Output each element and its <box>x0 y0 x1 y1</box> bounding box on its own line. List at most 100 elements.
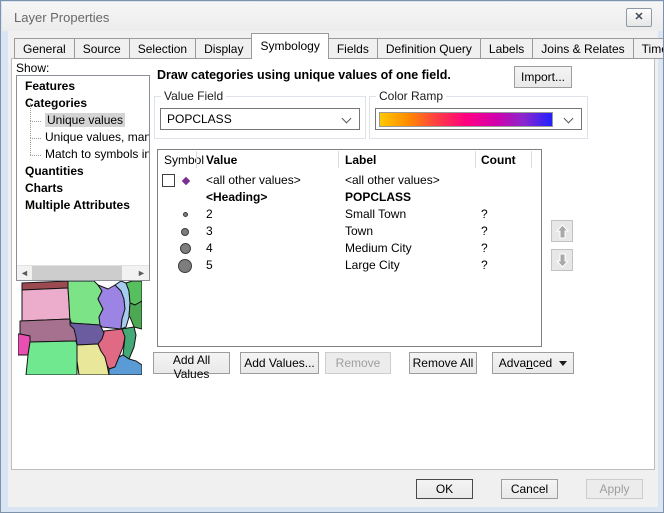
categories-table-rows: <all other values><all other values><Hea… <box>158 172 541 274</box>
chevron-down-icon[interactable] <box>342 114 352 124</box>
category-symbol[interactable] <box>158 240 204 257</box>
table-row[interactable]: 5 Large City? <box>158 257 541 274</box>
tree-item-label: Match to symbols in a <box>45 147 150 161</box>
column-divider <box>531 151 532 168</box>
scrollbar-thumb[interactable] <box>32 266 122 280</box>
all-other-values-symbol[interactable] <box>158 172 204 189</box>
advanced-label-underline: n <box>526 356 533 370</box>
table-row[interactable]: 3Town? <box>158 223 541 240</box>
cell-value: 2 <box>206 206 213 223</box>
cell-value: <all other values> <box>206 172 301 189</box>
categories-table[interactable]: Symbol Value Label Count <all other valu… <box>157 149 542 347</box>
tab-source[interactable]: Source <box>75 38 130 59</box>
tab-definition-query[interactable]: Definition Query <box>378 38 481 59</box>
table-row[interactable]: <Heading> POPCLASS <box>158 189 541 206</box>
cell-value: 4 <box>206 240 213 257</box>
category-symbol[interactable] <box>158 223 204 240</box>
cell-label: POPCLASS <box>345 189 411 206</box>
ok-button[interactable]: OK <box>416 479 473 499</box>
cell-count: ? <box>481 206 488 223</box>
cancel-button[interactable]: Cancel <box>501 479 558 499</box>
tab-fields[interactable]: Fields <box>329 38 378 59</box>
all-other-values-checkbox[interactable] <box>162 174 175 187</box>
tab-display[interactable]: Display <box>196 38 252 59</box>
tree-item-label: Multiple Attributes <box>25 198 130 212</box>
move-up-button[interactable] <box>551 220 573 242</box>
sidebar-item-unique-values-many[interactable]: Unique values, many <box>17 129 149 146</box>
tab-joins-relates[interactable]: Joins & Relates <box>533 38 633 59</box>
remove-button[interactable]: Remove <box>325 352 391 374</box>
sidebar-item-quantities[interactable]: Quantities <box>17 163 149 180</box>
tree-item-label: Charts <box>25 181 63 195</box>
column-divider <box>196 151 197 168</box>
advanced-label-part: Adva <box>499 356 526 370</box>
cell-count: ? <box>481 257 488 274</box>
tab-labels[interactable]: Labels <box>481 38 533 59</box>
table-row[interactable]: <all other values> <all other values> <box>158 172 541 189</box>
point-symbol-circle-icon[interactable] <box>181 228 189 236</box>
cell-value: 5 <box>206 257 213 274</box>
move-down-button[interactable] <box>551 249 573 271</box>
value-field-group-label: Value Field <box>161 89 226 103</box>
tree-item-label: Categories <box>25 96 87 110</box>
value-field-selected: POPCLASS <box>167 112 232 126</box>
sidebar-item-features[interactable]: Features <box>17 78 149 95</box>
title-bar[interactable]: Layer Properties ✕ <box>2 2 663 31</box>
sidebar-item-charts[interactable]: Charts <box>17 180 149 197</box>
tab-symbology[interactable]: Symbology <box>251 33 328 59</box>
sidebar-item-match-to-symbols-in-a[interactable]: Match to symbols in a <box>17 146 149 163</box>
sidebar-item-multiple-attributes[interactable]: Multiple Attributes <box>17 197 149 214</box>
add-values--button[interactable]: Add Values... <box>240 352 319 374</box>
close-icon[interactable]: ✕ <box>626 8 652 27</box>
tree-item-label: Unique values <box>45 113 125 127</box>
cell-label: Medium City <box>345 240 412 257</box>
cell-count: ? <box>481 240 488 257</box>
table-row[interactable]: 4 Medium City? <box>158 240 541 257</box>
color-ramp-group: Color Ramp <box>369 96 588 139</box>
cell-label: Large City <box>345 257 400 274</box>
add-all-values-button[interactable]: Add All Values <box>153 352 230 374</box>
cell-value: <Heading> <box>206 189 267 206</box>
tab-selection[interactable]: Selection <box>130 38 196 59</box>
cell-count: ? <box>481 223 488 240</box>
import-button[interactable]: Import... <box>514 66 572 88</box>
point-symbol-circle-icon[interactable] <box>178 259 192 273</box>
point-symbol-circle-icon[interactable] <box>183 212 188 217</box>
column-divider <box>475 151 476 168</box>
tree-horizontal-scrollbar[interactable]: ◄ ► <box>17 265 149 280</box>
tab-general[interactable]: General <box>14 38 75 59</box>
advanced-label-part: ced <box>533 356 552 370</box>
tab-time[interactable]: Time <box>634 38 664 59</box>
tree-item-label: Quantities <box>25 164 84 178</box>
sidebar-item-unique-values[interactable]: Unique values <box>17 112 149 129</box>
apply-button[interactable]: Apply <box>586 479 643 499</box>
chevron-down-icon[interactable] <box>564 114 574 124</box>
show-label: Show: <box>16 61 49 75</box>
value-field-group: Value Field POPCLASS <box>154 96 366 139</box>
table-header: Symbol Value Label Count <box>158 150 541 170</box>
advanced-button[interactable]: Advanced <box>492 352 574 374</box>
point-symbol-circle-icon[interactable] <box>180 243 191 254</box>
scroll-right-icon[interactable]: ► <box>134 266 149 280</box>
color-ramp-swatch <box>379 112 553 127</box>
color-ramp-group-label: Color Ramp <box>376 89 446 103</box>
layer-properties-dialog: Layer Properties ✕ GeneralSourceSelectio… <box>0 0 664 513</box>
tree-item-label: Unique values, many <box>45 130 150 144</box>
column-header-label: Label <box>345 153 376 167</box>
dropdown-arrow-icon <box>559 361 567 366</box>
scroll-left-icon[interactable]: ◄ <box>17 266 32 280</box>
no-symbol <box>158 189 204 206</box>
point-symbol-diamond-icon[interactable] <box>182 177 190 185</box>
tree-item-label: Features <box>25 79 75 93</box>
category-symbol[interactable] <box>158 206 204 223</box>
value-field-dropdown[interactable]: POPCLASS <box>160 108 360 130</box>
remove-all-button[interactable]: Remove All <box>409 352 477 374</box>
table-row[interactable]: 2Small Town? <box>158 206 541 223</box>
color-ramp-dropdown[interactable] <box>375 108 582 130</box>
column-header-value: Value <box>206 153 237 167</box>
show-tree[interactable]: Features Categories Unique values Unique va… <box>16 75 150 281</box>
sidebar-item-categories[interactable]: Categories <box>17 95 149 112</box>
cell-label: <all other values> <box>345 172 440 189</box>
category-symbol[interactable] <box>158 257 204 274</box>
cell-value: 3 <box>206 223 213 240</box>
